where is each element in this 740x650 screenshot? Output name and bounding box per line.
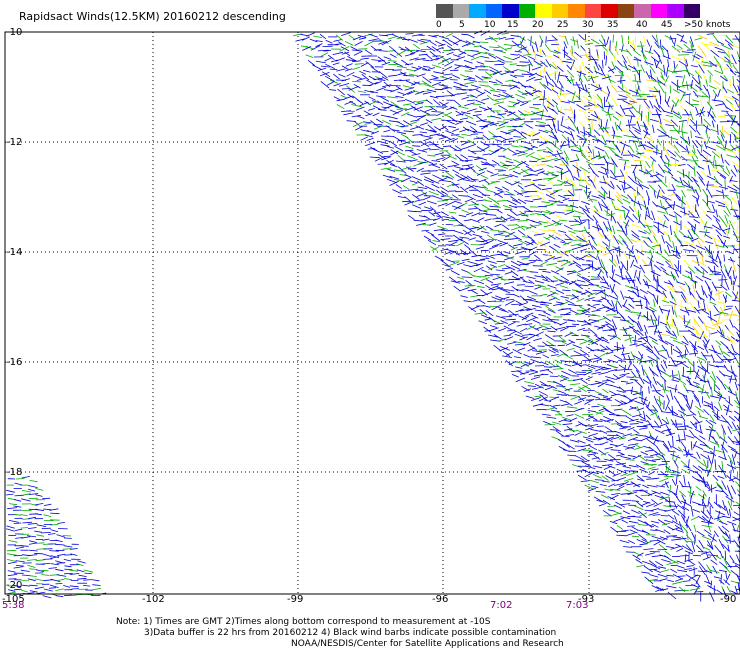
time-label-1: 7:02 — [490, 600, 513, 611]
wind-map — [4, 30, 740, 602]
wind-barb-swath — [293, 30, 740, 602]
note-line-1: Note: 1) Times are GMT 2)Times along bot… — [116, 617, 491, 627]
lat-label-12: -12 — [6, 137, 23, 148]
time-label-0: 5:38 — [2, 600, 25, 611]
lon-label-102: -102 — [142, 594, 165, 605]
note-line-2: 3)Data buffer is 22 hrs from 20160212 4)… — [144, 628, 557, 638]
lat-label-14: -14 — [6, 247, 23, 258]
lat-label-18: -18 — [6, 467, 23, 478]
lon-label-96: -96 — [432, 594, 449, 605]
lon-label-90: -90 — [720, 594, 737, 605]
lon-label-99: -99 — [287, 594, 304, 605]
time-label-2: 7:03 — [566, 600, 589, 611]
lat-label-20: -20 — [6, 580, 23, 591]
lat-label-16: -16 — [6, 357, 23, 368]
lat-label-10: -10 — [6, 27, 23, 38]
note-line-3: NOAA/NESDIS/Center for Satellite Applica… — [291, 639, 564, 649]
